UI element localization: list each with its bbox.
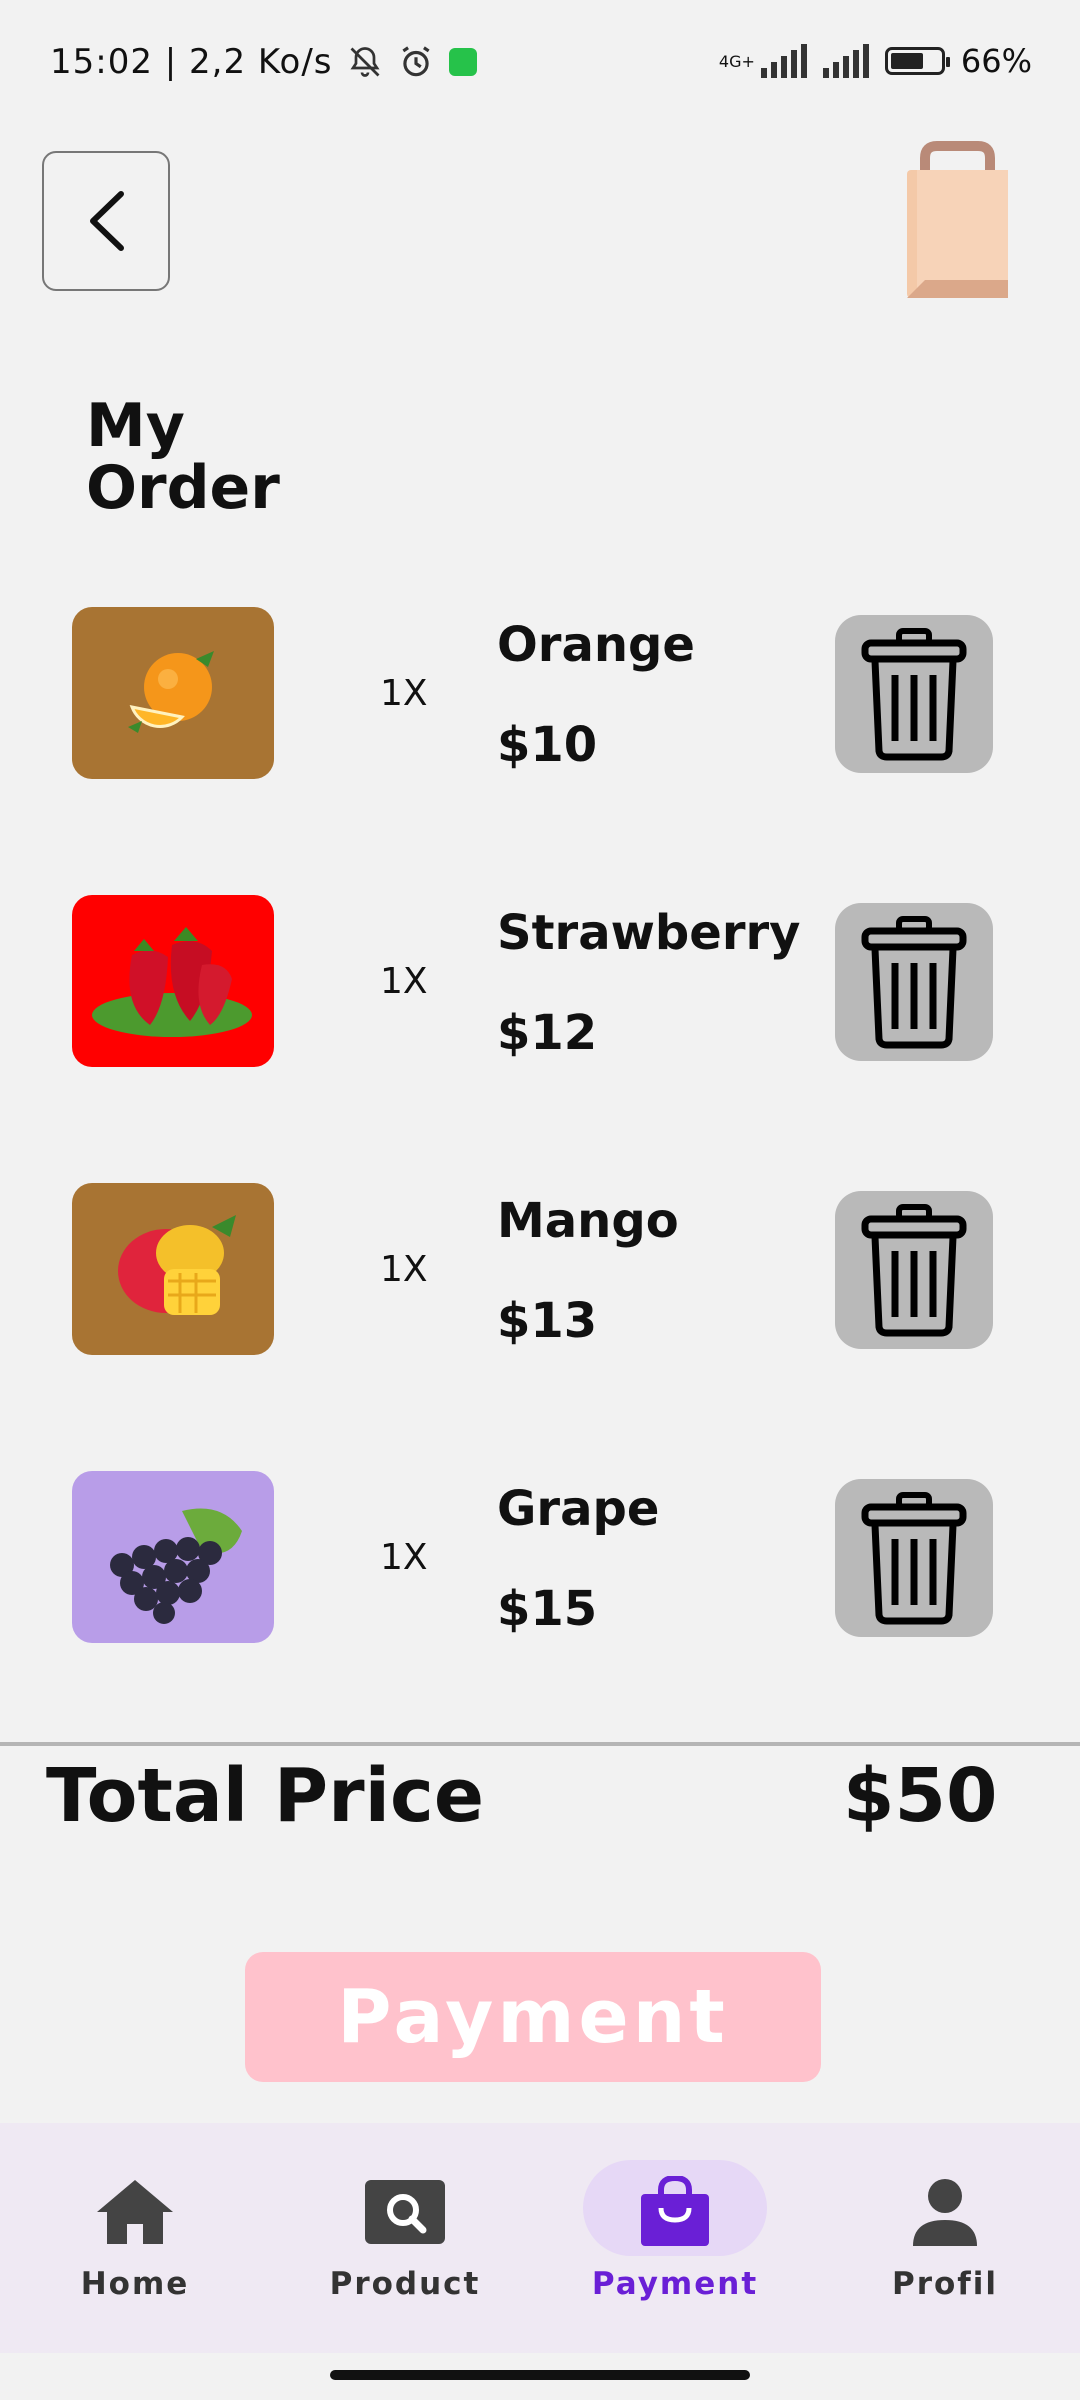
nav-label: Payment [591, 2266, 759, 2302]
order-item: 1X Grape $15 [0, 1471, 1080, 1651]
home-indicator[interactable] [330, 2370, 750, 2380]
divider [0, 1742, 1080, 1746]
order-item: 1X Orange $10 [0, 607, 1080, 787]
product-thumbnail [72, 1183, 274, 1355]
item-name: Grape [497, 1481, 660, 1537]
grape-image [110, 1508, 242, 1624]
trash-icon [861, 916, 967, 1049]
shopping-bag-icon[interactable] [895, 140, 1020, 300]
whatsapp-icon [448, 48, 477, 76]
signal-icon-2 [822, 44, 869, 78]
network-type: 4G+ [718, 51, 755, 71]
status-left: 15:02 | 2,2 Ko/s [50, 42, 477, 82]
delete-button[interactable] [835, 1191, 993, 1349]
item-price: $10 [497, 717, 598, 773]
nav-item-profil[interactable]: Profil [810, 2123, 1080, 2353]
chevron-left-icon [90, 191, 124, 251]
strawberry-image [92, 927, 252, 1037]
page-title: My Order [86, 391, 280, 523]
item-name: Strawberry [497, 905, 801, 961]
order-item: 1X Strawberry $12 [0, 895, 1080, 1075]
nav-item-payment[interactable]: Payment [540, 2123, 810, 2353]
item-name: Mango [497, 1193, 679, 1249]
order-item: 1X Mango $13 [0, 1183, 1080, 1363]
total-price-label: Total Price [46, 1753, 485, 1839]
nav-label: Home [80, 2266, 190, 2302]
item-price: $12 [497, 1005, 598, 1061]
mango-image [118, 1215, 236, 1315]
home-icon [97, 2180, 173, 2244]
payment-button[interactable]: Payment [245, 1952, 821, 2082]
status-bar: 15:02 | 2,2 Ko/s 4G+ 66% [0, 0, 1080, 130]
nav-label: Profil [891, 2266, 999, 2302]
trash-icon [861, 1492, 967, 1625]
signal-icon [760, 44, 807, 78]
battery-percent: 66% [960, 42, 1032, 80]
shopping-bag-icon [641, 2176, 709, 2246]
nav-item-home[interactable]: Home [0, 2123, 270, 2353]
status-time-speed: 15:02 | 2,2 Ko/s [50, 42, 333, 82]
status-right: 4G+ 66% [719, 42, 1032, 80]
total-price-value: $50 [843, 1753, 998, 1839]
item-quantity: 1X [380, 1249, 428, 1290]
item-quantity: 1X [380, 961, 428, 1002]
delete-button[interactable] [835, 1479, 993, 1637]
nav-item-product[interactable]: Product [270, 2123, 540, 2353]
delete-button[interactable] [835, 615, 993, 773]
back-button[interactable] [42, 151, 170, 291]
product-thumbnail [72, 607, 274, 779]
nav-label: Product [329, 2266, 481, 2302]
battery-icon [884, 47, 950, 75]
item-price: $15 [497, 1581, 598, 1637]
person-icon [913, 2179, 977, 2246]
item-quantity: 1X [380, 673, 428, 714]
trash-icon [861, 1204, 967, 1337]
orange-image [128, 651, 214, 733]
bottom-navigation: Home Product Payment Profil [0, 2123, 1080, 2353]
bell-off-icon [349, 47, 380, 77]
item-price: $13 [497, 1293, 598, 1349]
alarm-icon [401, 46, 430, 77]
trash-icon [861, 628, 967, 761]
delete-button[interactable] [835, 903, 993, 1061]
item-name: Orange [497, 617, 695, 673]
product-thumbnail [72, 1471, 274, 1643]
product-thumbnail [72, 895, 274, 1067]
search-icon [365, 2180, 445, 2244]
item-quantity: 1X [380, 1537, 428, 1578]
